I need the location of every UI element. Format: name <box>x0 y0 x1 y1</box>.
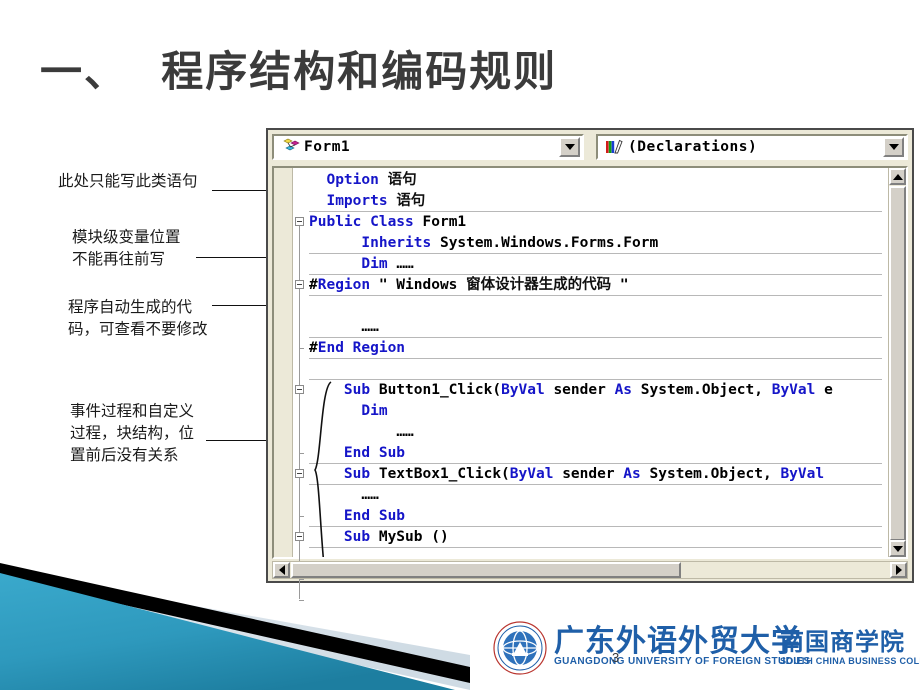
slide-decoration-shape <box>0 563 470 690</box>
logo-english-subname: SOUTH CHINA BUSINESS COLLEGE <box>780 656 920 666</box>
triangle-down-icon <box>892 545 903 552</box>
fold-end-tick <box>299 516 304 517</box>
fold-guide-line <box>299 221 300 599</box>
code-block-separator <box>309 295 882 296</box>
fold-collapse-box[interactable] <box>295 469 304 478</box>
annotation-text-3: 事件过程和自定义 过程，块结构，位 置前后没有关系 <box>70 402 195 464</box>
triangle-up-icon <box>892 173 903 180</box>
code-line[interactable]: End Sub <box>309 506 888 527</box>
indicator-margin[interactable] <box>274 168 293 557</box>
class-dropdown[interactable]: Form1 <box>272 134 584 160</box>
chevron-down-icon <box>888 144 899 150</box>
fold-collapse-box[interactable] <box>295 280 304 289</box>
logo-chinese-subname: 南国商学院 <box>780 628 905 656</box>
code-line[interactable]: …… <box>309 422 888 443</box>
scroll-right-button[interactable] <box>890 562 907 578</box>
vertical-scrollbar-thumb[interactable] <box>889 186 906 541</box>
logo-english-name: GUANGDONG UNIVERSITY OF FOREIGN STUDIES <box>554 656 811 667</box>
scroll-up-button[interactable] <box>889 168 906 185</box>
logo-chinese-name: 广东外语外贸大学 <box>554 624 802 659</box>
code-line[interactable] <box>309 296 888 317</box>
code-line[interactable]: Dim …… <box>309 254 888 275</box>
code-line[interactable]: Dim <box>309 401 888 422</box>
code-block-separator <box>309 463 882 464</box>
code-line[interactable]: #Region " Windows 窗体设计器生成的代码 " <box>309 275 888 296</box>
code-block-separator <box>309 253 882 254</box>
code-line[interactable]: …… <box>309 485 888 506</box>
class-dropdown-arrow[interactable] <box>559 137 580 157</box>
code-editor-window: Form1 (Declarations) Option 语句 Imports 语… <box>266 128 914 601</box>
code-block-separator <box>309 274 882 275</box>
code-line[interactable]: Inherits System.Windows.Forms.Form <box>309 233 888 254</box>
code-block-separator <box>309 484 882 485</box>
member-dropdown[interactable]: (Declarations) <box>596 134 908 160</box>
editor-navigation-bar: Form1 (Declarations) <box>272 134 908 162</box>
triangle-right-icon <box>895 565 902 575</box>
editor-body: Option 语句 Imports 语句 Public Class Form1 I… <box>272 166 908 601</box>
class-dropdown-value: Form1 <box>304 139 351 155</box>
code-block-separator <box>309 379 882 380</box>
member-dropdown-value: (Declarations) <box>628 139 758 155</box>
university-logo: 广东外语外贸大学 南国商学院 GUANGDONG UNIVERSITY OF F… <box>492 614 920 680</box>
page-number: 3 <box>612 650 620 665</box>
annotation-text-0: 此处只能写此类语句 <box>58 172 198 190</box>
code-line[interactable]: Sub TextBox1_Click(ByVal sender As Syste… <box>309 464 888 485</box>
fold-end-tick <box>299 453 304 454</box>
declarations-books-icon <box>606 139 623 154</box>
code-line[interactable]: #End Region <box>309 338 888 359</box>
code-line[interactable]: Sub Button1_Click(ByVal sender As System… <box>309 380 888 401</box>
form-object-icon <box>283 138 300 151</box>
code-line[interactable]: Public Class Form1 <box>309 212 888 233</box>
annotation-text-1: 模块级变量位置 不能再往前写 <box>72 228 181 268</box>
code-text-area[interactable]: Option 语句 Imports 语句 Public Class Form1 I… <box>309 168 888 557</box>
code-line[interactable]: …… <box>309 317 888 338</box>
fold-collapse-box[interactable] <box>295 385 304 394</box>
fold-collapse-box[interactable] <box>295 217 304 226</box>
page-title: 一、 程序结构和编码规则 <box>40 47 558 96</box>
code-block-separator <box>309 358 882 359</box>
code-line[interactable]: End Sub <box>309 443 888 464</box>
annotation-text-2: 程序自动生成的代 码，可查看不要修改 <box>68 298 208 338</box>
code-line[interactable]: Sub MySub () <box>309 527 888 548</box>
fold-margin[interactable] <box>293 168 309 601</box>
chevron-down-icon <box>564 144 575 150</box>
scroll-down-button[interactable] <box>889 540 906 557</box>
vertical-scrollbar[interactable] <box>888 168 906 557</box>
code-line[interactable] <box>309 359 888 380</box>
fold-end-tick <box>299 348 304 349</box>
code-block-separator <box>309 547 882 548</box>
university-emblem-icon <box>493 621 547 675</box>
code-block-separator <box>309 211 882 212</box>
code-block-separator <box>309 526 882 527</box>
code-line[interactable]: Imports 语句 <box>309 191 888 212</box>
code-line[interactable]: Option 语句 <box>309 170 888 191</box>
member-dropdown-arrow[interactable] <box>883 137 904 157</box>
code-block-separator <box>309 337 882 338</box>
fold-collapse-box[interactable] <box>295 532 304 541</box>
